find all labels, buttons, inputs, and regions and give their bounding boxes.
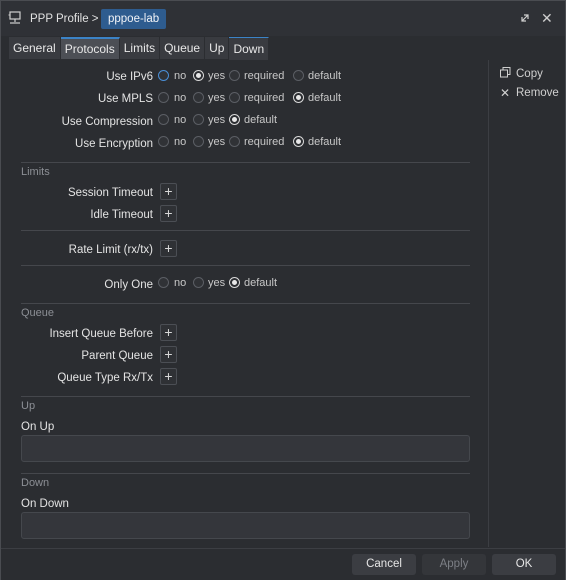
use-mpls-yes-radio[interactable] xyxy=(193,92,204,103)
apply-button[interactable]: Apply xyxy=(422,554,486,575)
dialog-footer: Cancel Apply OK xyxy=(1,548,565,580)
use-mpls-yes-label: yes xyxy=(208,92,226,104)
remove-icon: ✕ xyxy=(499,86,511,100)
queue-type-label: Queue Type Rx/Tx xyxy=(57,372,153,384)
tab-general[interactable]: General xyxy=(9,37,61,59)
use-mpls-required-label: required xyxy=(244,92,285,104)
divider xyxy=(21,265,470,266)
use-ipv6-yes-label: yes xyxy=(208,70,226,82)
title-bar: PPP Profile > pppoe-lab ✕ xyxy=(1,1,565,36)
use-mpls-no-label: no xyxy=(174,92,187,104)
only-one-no-label: no xyxy=(174,277,187,289)
divider xyxy=(21,473,470,474)
action-sidebar: Copy ✕ Remove xyxy=(488,60,565,547)
use-compression-no-label: no xyxy=(174,114,187,126)
only-one-no-radio[interactable] xyxy=(158,277,169,288)
copy-button[interactable]: Copy xyxy=(498,66,543,82)
use-mpls-required-radio[interactable] xyxy=(229,92,240,103)
only-one-label: Only One xyxy=(104,279,153,291)
down-section-title: Down xyxy=(21,477,50,489)
up-section-title: Up xyxy=(21,400,36,412)
use-compression-yes-label: yes xyxy=(208,114,226,126)
use-ipv6-label: Use IPv6 xyxy=(106,71,153,83)
session-timeout-add-button[interactable]: + xyxy=(160,183,177,200)
use-ipv6-default-radio[interactable] xyxy=(293,70,304,81)
remove-button[interactable]: ✕ Remove xyxy=(498,85,559,101)
queue-section-title: Queue xyxy=(21,307,55,319)
session-timeout-label: Session Timeout xyxy=(67,187,153,199)
use-ipv6-required-radio[interactable] xyxy=(229,70,240,81)
use-mpls-label: Use MPLS xyxy=(98,93,153,105)
on-up-label: On Up xyxy=(21,421,55,433)
use-encryption-default-radio[interactable] xyxy=(293,136,304,147)
use-compression-label: Use Compression xyxy=(61,116,153,128)
use-encryption-yes-radio[interactable] xyxy=(193,136,204,147)
use-ipv6-required-label: required xyxy=(244,70,285,82)
on-up-script-field[interactable] xyxy=(21,435,470,462)
copy-icon xyxy=(498,67,512,81)
rate-limit-add-button[interactable]: + xyxy=(160,240,177,257)
idle-timeout-add-button[interactable]: + xyxy=(160,205,177,222)
rate-limit-label: Rate Limit (rx/tx) xyxy=(68,244,153,256)
use-compression-yes-radio[interactable] xyxy=(193,114,204,125)
close-icon[interactable]: ✕ xyxy=(541,10,553,27)
idle-timeout-label: Idle Timeout xyxy=(90,209,153,221)
on-down-label: On Down xyxy=(21,498,69,510)
queue-type-add-button[interactable]: + xyxy=(160,368,177,385)
divider xyxy=(21,396,470,397)
remove-label: Remove xyxy=(516,87,559,99)
cancel-button[interactable]: Cancel xyxy=(352,554,416,575)
tab-down[interactable]: Down xyxy=(229,37,270,60)
parent-queue-add-button[interactable]: + xyxy=(160,346,177,363)
use-compression-no-radio[interactable] xyxy=(158,114,169,125)
use-mpls-no-radio[interactable] xyxy=(158,92,169,103)
tab-limits[interactable]: Limits xyxy=(119,37,161,59)
use-encryption-default-label: default xyxy=(308,136,342,148)
use-encryption-yes-label: yes xyxy=(208,136,226,148)
use-encryption-no-radio[interactable] xyxy=(158,136,169,147)
network-device-icon xyxy=(8,11,24,28)
only-one-yes-radio[interactable] xyxy=(193,277,204,288)
tab-bar: General Protocols Limits Queue Up Down xyxy=(9,37,270,60)
tab-protocols[interactable]: Protocols xyxy=(60,37,120,59)
use-encryption-label: Use Encryption xyxy=(75,138,153,150)
use-compression-default-radio[interactable] xyxy=(229,114,240,125)
only-one-default-label: default xyxy=(244,277,278,289)
ppp-profile-window: PPP Profile > pppoe-lab ✕ General Protoc… xyxy=(0,0,566,580)
use-mpls-default-label: default xyxy=(308,92,342,104)
divider xyxy=(21,162,470,163)
limits-section-title: Limits xyxy=(21,166,50,178)
use-encryption-required-radio[interactable] xyxy=(229,136,240,147)
use-ipv6-yes-radio[interactable] xyxy=(193,70,204,81)
use-compression-default-label: default xyxy=(244,114,278,126)
only-one-yes-label: yes xyxy=(208,277,226,289)
insert-queue-before-add-button[interactable]: + xyxy=(160,324,177,341)
divider xyxy=(21,230,470,231)
ok-button[interactable]: OK xyxy=(492,554,556,575)
use-ipv6-no-label: no xyxy=(174,70,187,82)
use-ipv6-default-label: default xyxy=(308,70,342,82)
profile-name-chip[interactable]: pppoe-lab xyxy=(101,9,167,29)
use-ipv6-no-radio[interactable] xyxy=(158,70,169,81)
insert-queue-before-label: Insert Queue Before xyxy=(49,328,153,340)
on-down-script-field[interactable] xyxy=(21,512,470,539)
copy-label: Copy xyxy=(516,68,543,80)
use-encryption-required-label: required xyxy=(244,136,285,148)
tab-queue[interactable]: Queue xyxy=(160,37,206,59)
only-one-default-radio[interactable] xyxy=(229,277,240,288)
tab-up[interactable]: Up xyxy=(205,37,230,59)
divider xyxy=(21,303,470,304)
parent-queue-label: Parent Queue xyxy=(81,350,153,362)
use-encryption-no-label: no xyxy=(174,136,187,148)
restore-icon[interactable] xyxy=(519,12,531,27)
use-mpls-default-radio[interactable] xyxy=(293,92,304,103)
breadcrumb: PPP Profile > xyxy=(30,13,99,25)
